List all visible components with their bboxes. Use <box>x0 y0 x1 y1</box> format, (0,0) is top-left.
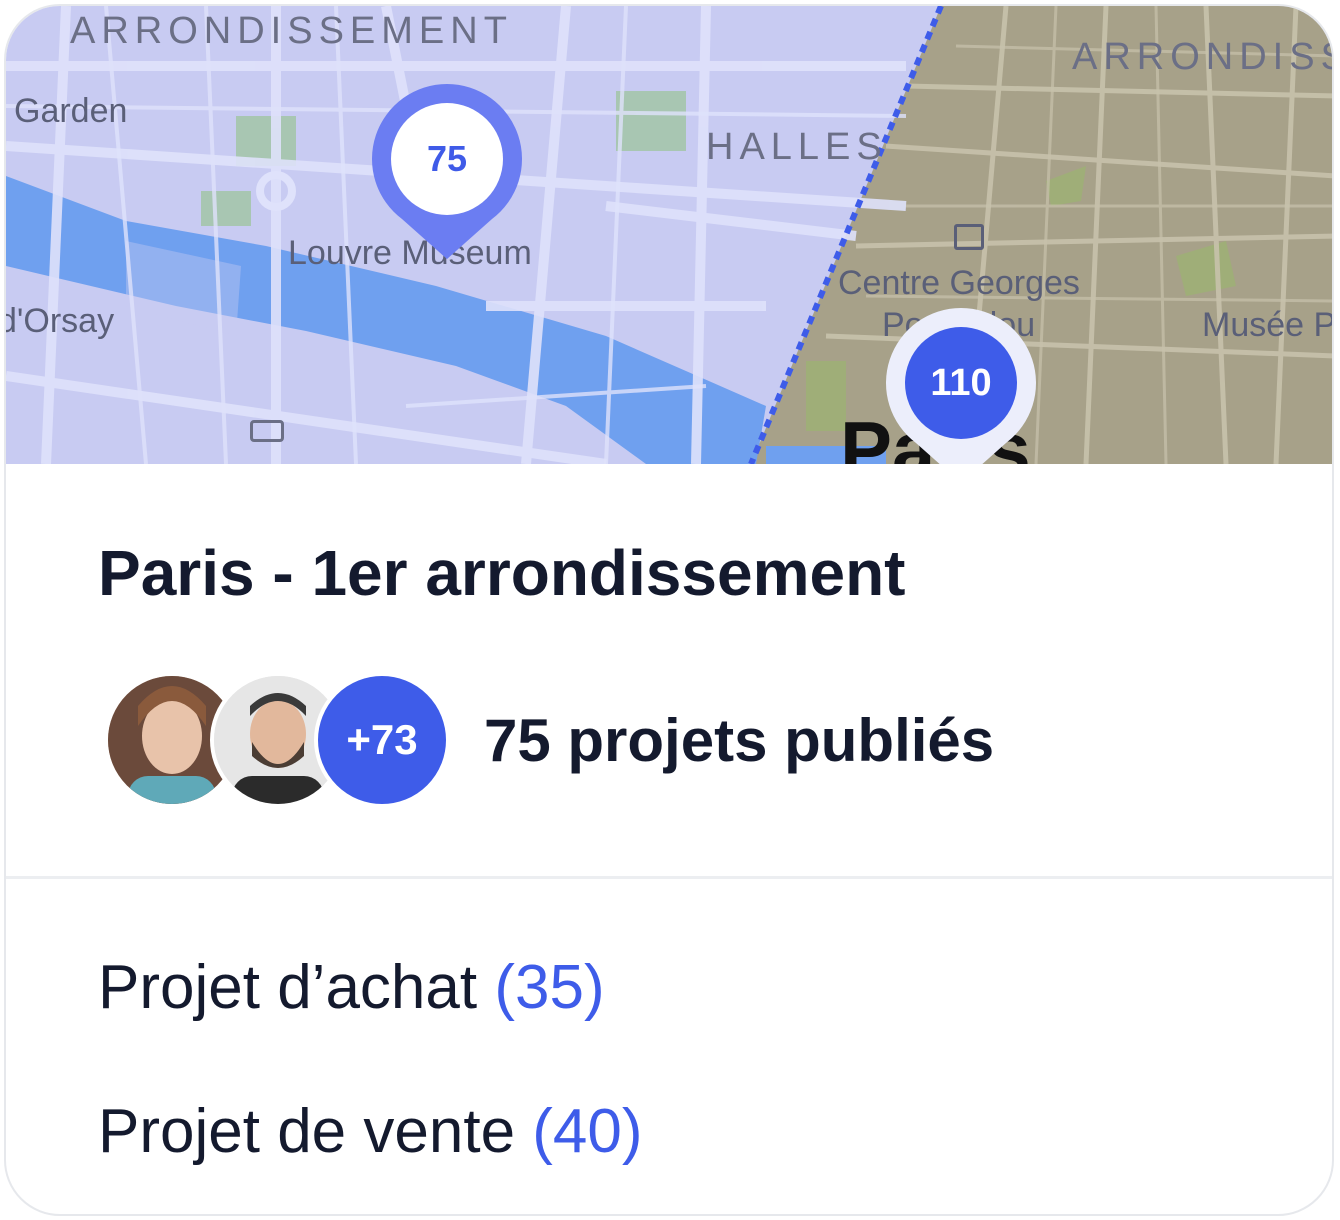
projects-count: 75 projets publiés <box>484 707 995 774</box>
project-type-achat[interactable]: Projet d’achat (35) <box>98 952 605 1023</box>
map-view[interactable]: ARRONDISSEMENT ARRONDISS Garden HALLES L… <box>6 6 1334 464</box>
project-type-label: Projet de vente <box>98 1097 516 1166</box>
map-label-garden: Garden <box>14 92 128 130</box>
divider <box>6 876 1332 879</box>
zone-card[interactable]: ARRONDISSEMENT ARRONDISS Garden HALLES L… <box>4 4 1334 1216</box>
zone-title: Paris - 1er arrondissement <box>98 537 906 609</box>
map-pin-75[interactable]: 75 <box>391 103 503 215</box>
map-label-arrondissement: ARRONDISSEMENT <box>70 10 513 52</box>
school-icon <box>250 420 284 442</box>
map-pin-110[interactable]: 110 <box>905 327 1017 439</box>
project-type-count: (35) <box>494 953 605 1022</box>
avatar-group[interactable]: +73 <box>104 672 450 808</box>
project-type-vente[interactable]: Projet de vente (40) <box>98 1096 643 1167</box>
map-label-orsay: d'Orsay <box>6 302 115 340</box>
map-label-centre-pompidou-1: Centre Georges <box>838 264 1080 302</box>
map-label-halles: HALLES <box>706 126 888 168</box>
map-label-arrondissement-right: ARRONDISS <box>1072 36 1334 78</box>
project-type-count: (40) <box>532 1097 643 1166</box>
museum-icon <box>954 224 984 250</box>
project-type-label: Projet d’achat <box>98 953 478 1022</box>
map-label-musee: Musée P <box>1202 306 1334 344</box>
avatar-more-count[interactable]: +73 <box>314 672 450 808</box>
